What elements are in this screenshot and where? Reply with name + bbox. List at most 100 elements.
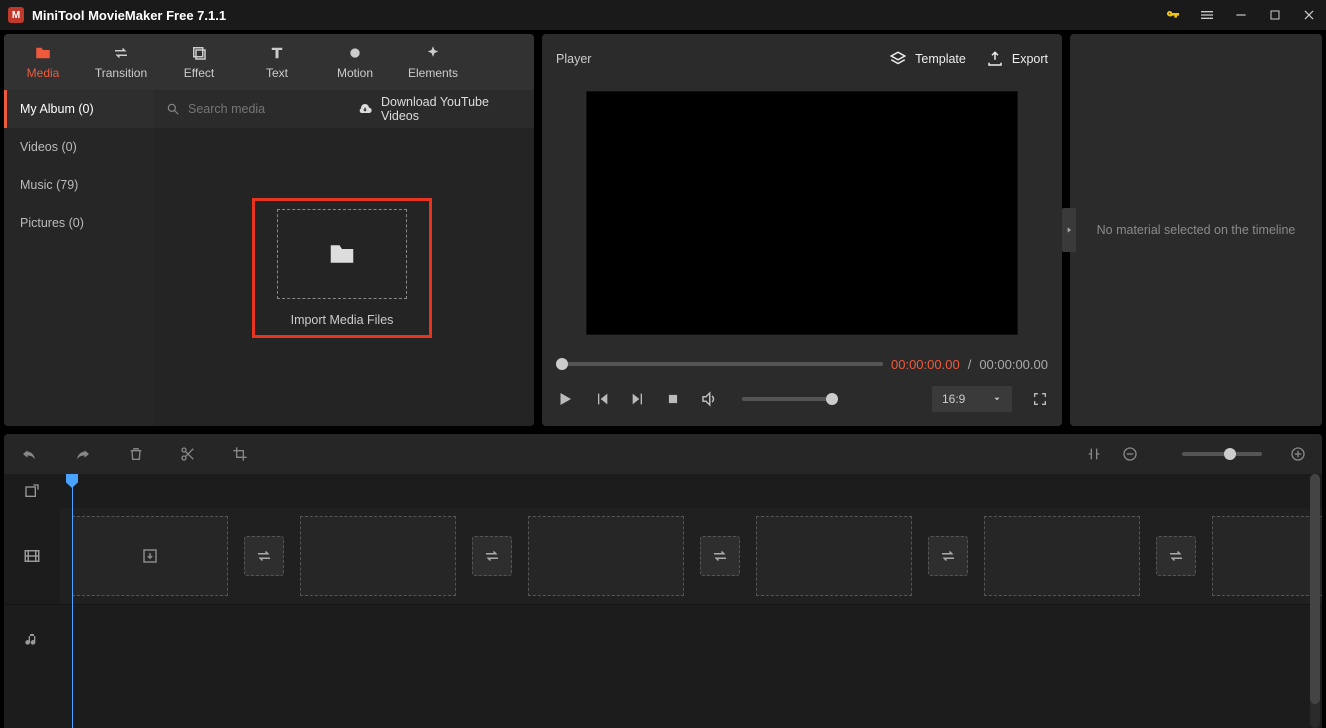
category-pictures[interactable]: Pictures (0) [4, 204, 154, 242]
playhead[interactable] [72, 474, 73, 728]
scrollbar-thumb[interactable] [1310, 474, 1320, 704]
download-youtube-link[interactable]: Download YouTube Videos [357, 95, 522, 123]
prev-frame-button[interactable] [594, 391, 610, 407]
time-total: 00:00:00.00 [979, 357, 1048, 372]
cloud-download-icon [357, 101, 373, 117]
minimize-button[interactable] [1224, 0, 1258, 30]
tab-effect[interactable]: Effect [160, 34, 238, 90]
volume-button[interactable] [700, 390, 718, 408]
folder-icon [34, 44, 52, 62]
titlebar: M MiniTool MovieMaker Free 7.1.1 [0, 0, 1326, 30]
tab-media[interactable]: Media [4, 34, 82, 90]
tab-elements[interactable]: Elements [394, 34, 472, 90]
transition-slot[interactable] [1156, 536, 1196, 576]
zoom-thumb[interactable] [1224, 448, 1236, 460]
download-youtube-label: Download YouTube Videos [381, 95, 522, 123]
timeline[interactable] [4, 474, 1322, 728]
sparkle-icon [424, 44, 442, 62]
time-current: 00:00:00.00 [891, 357, 960, 372]
time-ruler[interactable] [60, 474, 1322, 508]
circle-icon [347, 44, 363, 62]
tab-text[interactable]: Text [238, 34, 316, 90]
download-icon [141, 547, 159, 565]
properties-panel: No material selected on the timeline [1070, 34, 1322, 426]
clip-slot[interactable] [72, 516, 228, 596]
key-icon[interactable] [1156, 0, 1190, 30]
play-button[interactable] [556, 390, 574, 408]
video-preview[interactable] [587, 92, 1017, 334]
playback-seekbar[interactable]: 00:00:00.00 / 00:00:00.00 [556, 352, 1048, 376]
main-tabs: Media Transition Effect Text Motion Elem… [4, 34, 534, 90]
stop-button[interactable] [666, 392, 680, 406]
text-icon [268, 44, 286, 62]
player-panel: Player Template Export 00:00:00.00 / 00:… [542, 34, 1062, 426]
category-my-album[interactable]: My Album (0) [4, 90, 154, 128]
zoom-slider[interactable] [1182, 452, 1262, 456]
transition-slot[interactable] [700, 536, 740, 576]
audio-track-icon [4, 605, 60, 674]
category-videos[interactable]: Videos (0) [4, 128, 154, 166]
category-music[interactable]: Music (79) [4, 166, 154, 204]
tab-transition[interactable]: Transition [82, 34, 160, 90]
folder-icon [327, 239, 357, 269]
media-search-row: Download YouTube Videos [154, 90, 534, 128]
aspect-ratio-value: 16:9 [942, 392, 965, 406]
properties-empty-text: No material selected on the timeline [1097, 223, 1296, 237]
delete-button[interactable] [128, 446, 144, 462]
app-title: MiniTool MovieMaker Free 7.1.1 [32, 8, 226, 23]
crop-button[interactable] [232, 446, 248, 462]
zoom-in-button[interactable] [1290, 446, 1306, 462]
transition-slot[interactable] [928, 536, 968, 576]
template-button[interactable]: Template [889, 50, 966, 68]
redo-button[interactable] [74, 445, 92, 463]
add-track-button[interactable] [4, 474, 60, 508]
clip-slot[interactable] [756, 516, 912, 596]
export-icon [986, 50, 1004, 68]
search-input[interactable] [188, 102, 349, 116]
volume-thumb[interactable] [826, 393, 838, 405]
export-button[interactable]: Export [986, 50, 1048, 68]
template-icon [889, 50, 907, 68]
template-label: Template [915, 52, 966, 66]
tab-motion[interactable]: Motion [316, 34, 394, 90]
timeline-scrollbar[interactable] [1310, 474, 1320, 728]
panel-collapse-handle[interactable] [1062, 208, 1076, 252]
close-button[interactable] [1292, 0, 1326, 30]
export-label: Export [1012, 52, 1048, 66]
next-frame-button[interactable] [630, 391, 646, 407]
volume-slider[interactable] [742, 397, 838, 401]
video-track[interactable] [4, 508, 1322, 604]
seek-thumb[interactable] [556, 358, 568, 370]
media-category-list: My Album (0) Videos (0) Music (79) Pictu… [4, 90, 154, 426]
split-button[interactable] [180, 446, 196, 462]
time-separator: / [968, 357, 972, 372]
maximize-button[interactable] [1258, 0, 1292, 30]
menu-icon[interactable] [1190, 0, 1224, 30]
audio-track[interactable] [4, 604, 1322, 674]
import-media-button[interactable]: Import Media Files [252, 198, 432, 338]
fit-timeline-button[interactable] [1086, 446, 1102, 462]
tab-label: Elements [408, 66, 458, 80]
layers-icon [190, 44, 208, 62]
undo-button[interactable] [20, 445, 38, 463]
import-label: Import Media Files [291, 313, 394, 327]
swap-icon [112, 44, 130, 62]
video-track-icon [4, 508, 60, 604]
transition-slot[interactable] [472, 536, 512, 576]
zoom-out-button[interactable] [1122, 446, 1138, 462]
chevron-down-icon [992, 394, 1002, 404]
tab-label: Media [27, 66, 60, 80]
clip-slot[interactable] [528, 516, 684, 596]
media-grid: Import Media Files [154, 128, 534, 426]
clip-slot[interactable] [984, 516, 1140, 596]
tab-label: Transition [95, 66, 147, 80]
media-panel: Media Transition Effect Text Motion Elem… [4, 34, 534, 426]
transition-slot[interactable] [244, 536, 284, 576]
player-title: Player [556, 52, 591, 66]
fullscreen-button[interactable] [1032, 391, 1048, 407]
clip-slot[interactable] [1212, 516, 1322, 596]
tab-label: Effect [184, 66, 214, 80]
clip-slot[interactable] [300, 516, 456, 596]
aspect-ratio-select[interactable]: 16:9 [932, 386, 1012, 412]
search-icon [166, 102, 180, 116]
